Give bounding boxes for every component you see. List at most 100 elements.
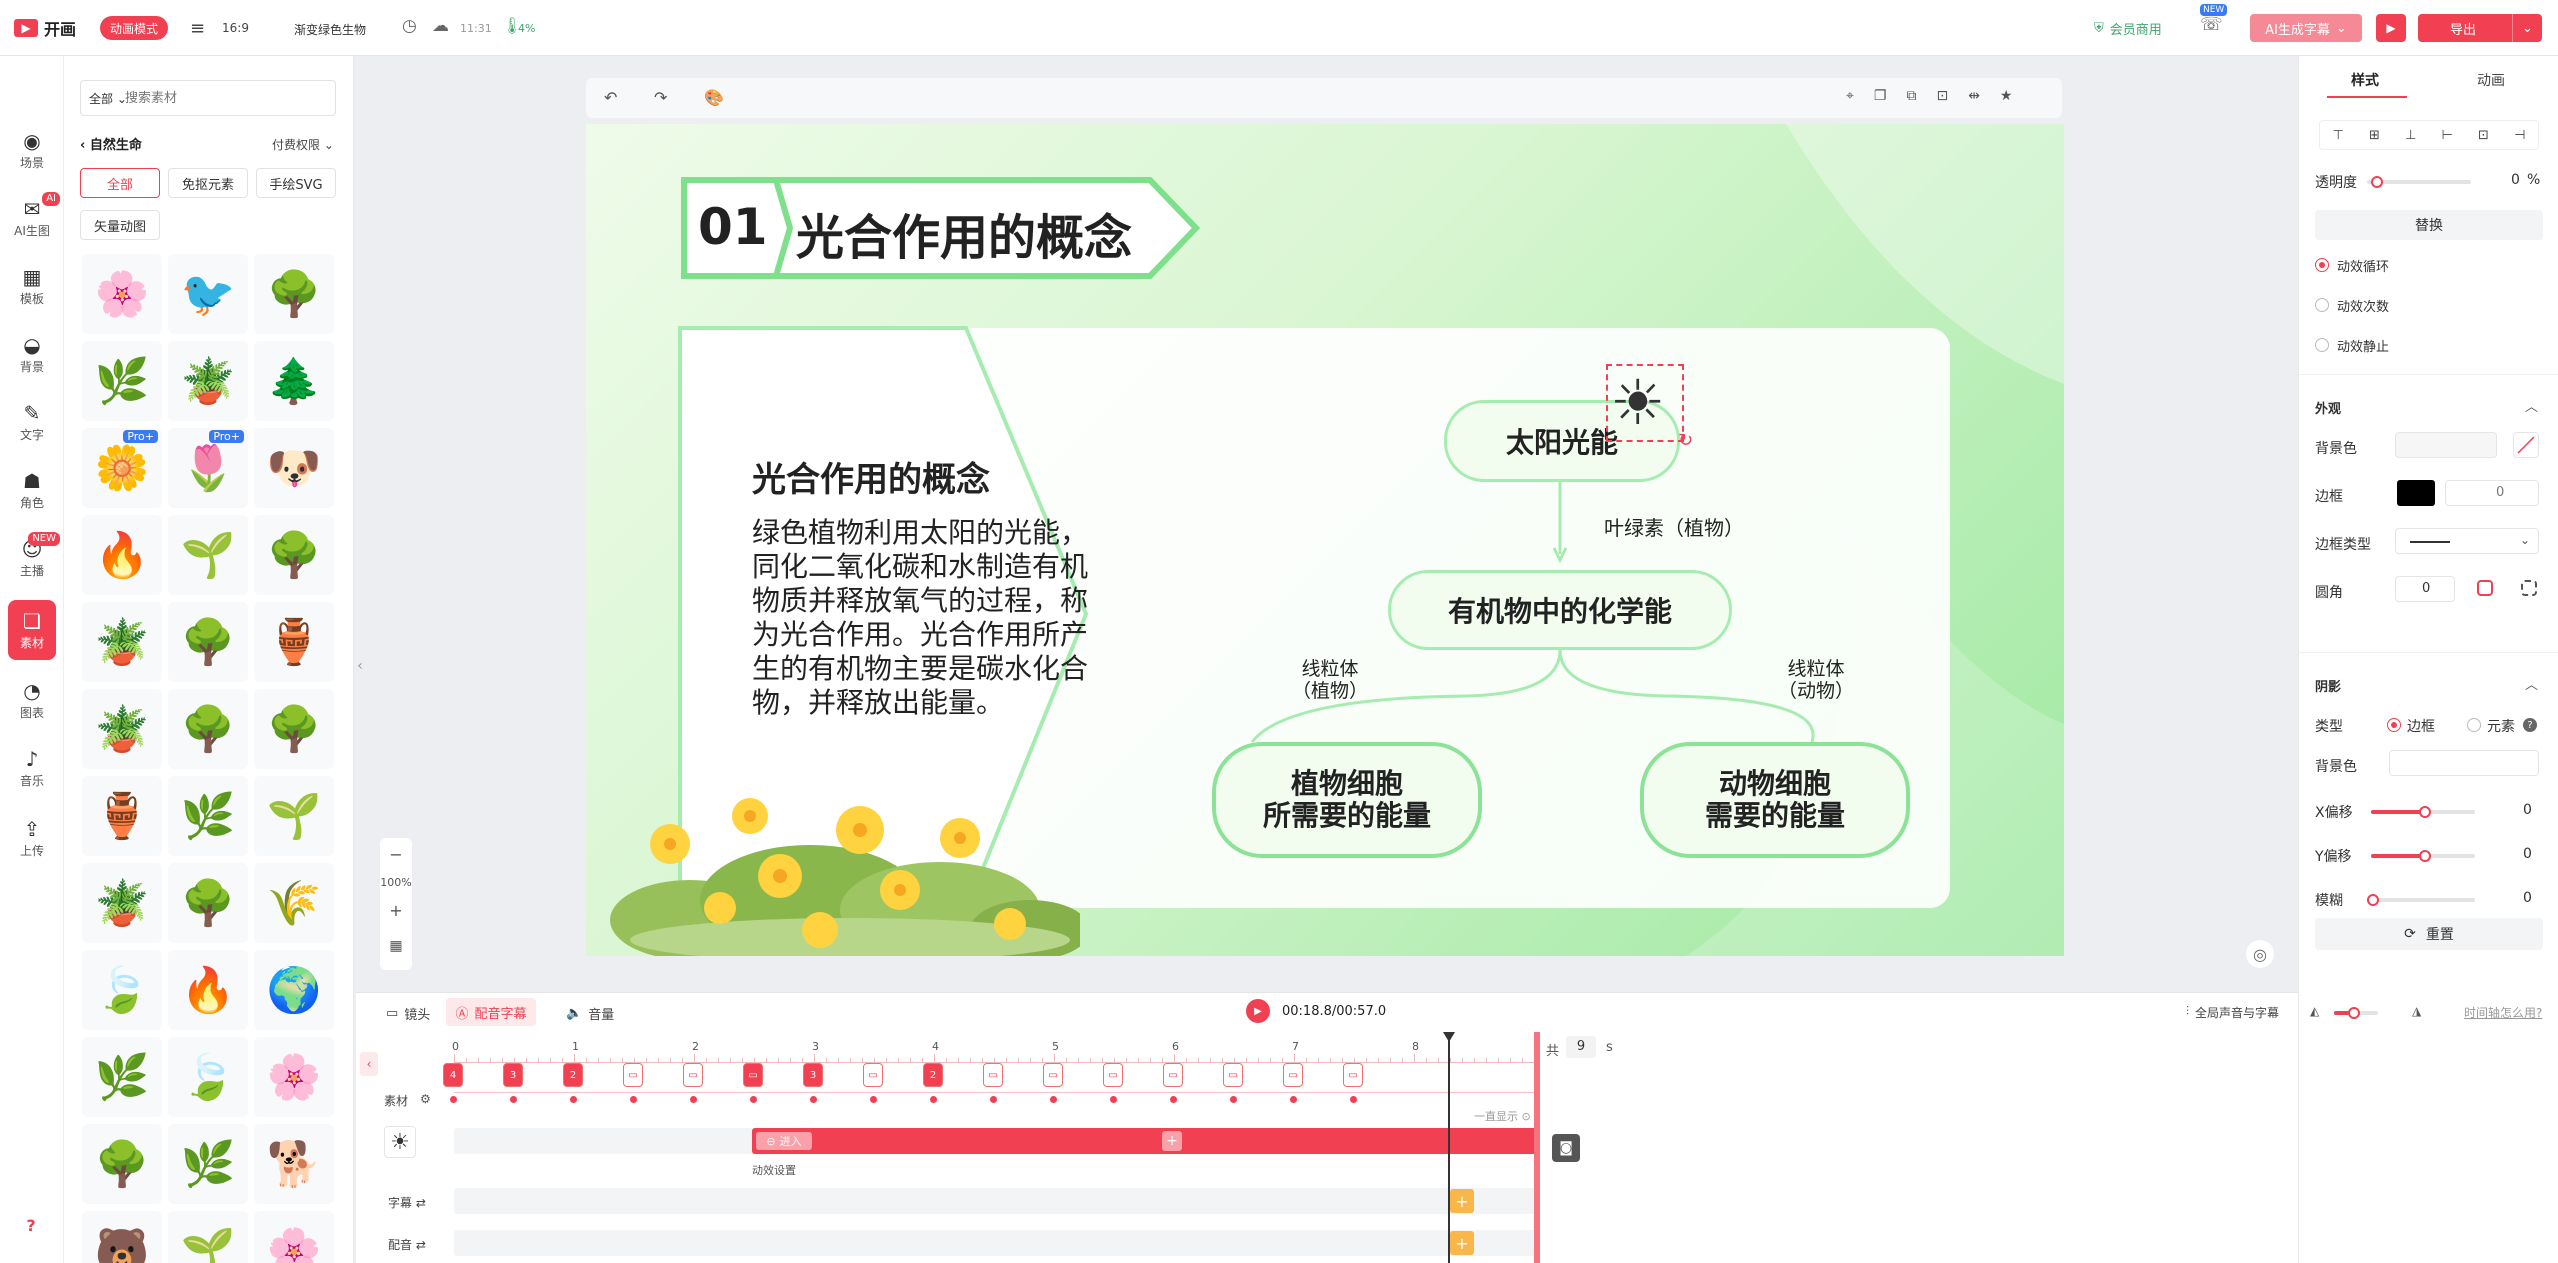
loop-radio-0[interactable] (2315, 258, 2329, 272)
scene-clip[interactable]: ▭ (983, 1063, 1003, 1087)
global-voice-button[interactable]: ⫶ 全局声音与字幕 (2186, 1004, 2279, 1021)
align-middle-icon[interactable]: ⊞ (2369, 128, 2380, 143)
zoom-out-button[interactable]: − (380, 842, 412, 866)
shadow-type-element-radio[interactable] (2467, 718, 2481, 732)
label-animal-mito[interactable]: 线粒体 （动物） (1778, 658, 1854, 702)
align-top-icon[interactable]: ⊤ (2333, 128, 2344, 143)
round-tree-tile[interactable]: 🌳 (168, 863, 248, 943)
menu-icon[interactable]: ≡ (190, 18, 205, 39)
collapse-panel-icon[interactable]: ‹ (354, 648, 366, 684)
replace-button[interactable]: 替换 (2315, 210, 2543, 240)
lavender-tile[interactable]: 🌷 Pro+ (168, 428, 248, 508)
enter-animation-tag[interactable]: ⊖ 进入 (756, 1132, 812, 1150)
leaf-tile[interactable]: 🍃 (82, 950, 162, 1030)
tab-camera[interactable]: ▭ 镜头 (386, 1004, 430, 1023)
leaves-tile[interactable]: 🌿 (168, 776, 248, 856)
playhead[interactable] (1448, 1036, 1450, 1263)
vase-plant-tile[interactable]: 🪴 (82, 689, 162, 769)
shadow-x_offset-value[interactable]: 0 (2523, 802, 2532, 818)
scene-clip[interactable]: 2 (563, 1063, 583, 1087)
keyframe-dot[interactable] (689, 1096, 697, 1103)
add-subtitle-button[interactable]: + (1450, 1189, 1474, 1213)
scene-clip[interactable]: 4 (443, 1063, 463, 1087)
no-color-swatch[interactable] (2513, 432, 2539, 458)
scene-clip[interactable]: ▭ (1103, 1063, 1123, 1087)
align-bottom-icon[interactable]: ⊥ (2405, 128, 2416, 143)
shadow-blur-slider[interactable] (2371, 898, 2475, 902)
rail-material[interactable]: ❏ 素材 (8, 600, 56, 660)
rail-scene[interactable]: ◉ 场景 (0, 120, 64, 180)
scene-clip[interactable]: ▭ (1223, 1063, 1243, 1087)
shadow-y_offset-handle[interactable] (2419, 850, 2431, 862)
tree-tile[interactable]: 🌲 (254, 341, 334, 421)
potted-plant-tile[interactable]: 🪴 (168, 341, 248, 421)
keyframe-dot[interactable] (809, 1096, 817, 1103)
scope-select[interactable]: 全部 ⌄ (89, 90, 127, 107)
tab-volume[interactable]: 🔈 音量 (566, 1004, 614, 1023)
fire-tile[interactable]: 🔥 (168, 950, 248, 1030)
history-icon[interactable]: ◷ (402, 16, 417, 36)
favorite-icon[interactable]: ★ (2000, 88, 2013, 104)
bush-tree-tile[interactable]: 🌳 (254, 689, 334, 769)
always-show-toggle[interactable]: 一直显示 ⊙ (1474, 1108, 1531, 1124)
collapse-appearance-icon[interactable]: ︿ (2525, 396, 2538, 415)
shadow-type-border-radio[interactable] (2387, 718, 2401, 732)
timeline-end-marker[interactable] (1534, 1032, 1540, 1263)
ai-subtitle-button[interactable]: AI生成字幕 ⌄ (2250, 14, 2362, 42)
mode-badge[interactable]: 动画模式 (100, 16, 169, 40)
filter-3[interactable]: 矢量动图 (80, 210, 160, 240)
flowers-tile[interactable]: 🌸 (82, 254, 162, 334)
zoom-in-button[interactable]: + (380, 898, 412, 922)
rail-background[interactable]: ◒ 背景 (0, 324, 64, 384)
swallow-tile[interactable]: 🐦 (168, 254, 248, 334)
yellow-tree-tile[interactable]: 🌳 (168, 689, 248, 769)
earth-tile[interactable]: 🌍 (254, 950, 334, 1030)
scene-clip[interactable]: ▭ (743, 1063, 763, 1087)
scene-clip[interactable]: ▭ (1163, 1063, 1183, 1087)
align-right-icon[interactable]: ⊣ (2514, 128, 2525, 143)
vip-link[interactable]: ⛨ 会员商用 (2094, 19, 2162, 38)
timeline-zoom-handle[interactable] (2348, 1007, 2360, 1019)
keyframe-dot[interactable] (1289, 1096, 1297, 1103)
align-center-icon[interactable]: ⊡ (2478, 128, 2489, 143)
label-chlorophyll[interactable]: 叶绿素（植物） (1604, 512, 1744, 541)
shrub-tile[interactable]: 🌿 (82, 1037, 162, 1117)
aspect-ratio[interactable]: 16:9 (222, 21, 249, 35)
keyframe-dot[interactable] (1229, 1096, 1237, 1103)
preview-play-button[interactable]: ▶ (2376, 14, 2406, 42)
flip-icon[interactable]: ⇹ (1968, 88, 1980, 104)
twigs-tile[interactable]: 🌿 (168, 1124, 248, 1204)
material-clip[interactable] (752, 1128, 1538, 1154)
border-type-select[interactable]: ⌄ (2395, 528, 2539, 554)
filter-0[interactable]: 全部 (80, 168, 160, 198)
keyframe-dot[interactable] (1349, 1096, 1357, 1103)
rail-chart[interactable]: ◔ 图表 (0, 670, 64, 730)
export-dropdown-icon[interactable]: ⌄ (2512, 14, 2542, 42)
add-voice-button[interactable]: + (1450, 1231, 1474, 1255)
node-plant-cell[interactable]: 植物细胞 所需要的能量 (1212, 742, 1482, 858)
collapse-track-icon[interactable]: ‹ (360, 1052, 378, 1076)
total-duration-input[interactable]: 9 (1566, 1036, 1596, 1058)
trees-tile[interactable]: 🌳 (168, 602, 248, 682)
shadow-help-icon[interactable]: ? (2523, 718, 2537, 732)
play-button[interactable]: ▶ (1246, 999, 1270, 1023)
radius-individual-icon[interactable] (2521, 580, 2537, 596)
scene-clip[interactable]: ▭ (1283, 1063, 1303, 1087)
scene-clip[interactable]: ▭ (1043, 1063, 1063, 1087)
pink-flower-tile[interactable]: 🌸 (254, 1211, 334, 1263)
bonsai-tile[interactable]: 🌳 (254, 254, 334, 334)
search-input[interactable] (125, 87, 325, 109)
pink-petals-tile[interactable]: 🌸 (254, 1037, 334, 1117)
sprout-tile[interactable]: 🌱 (254, 776, 334, 856)
scene-clip[interactable]: ▭ (683, 1063, 703, 1087)
filter-1[interactable]: 免抠元素 (168, 168, 248, 198)
sun-icon[interactable]: ☀ (1610, 364, 1666, 442)
rail-ai-image[interactable]: ✉ AI生图 AI (0, 188, 64, 248)
bg-color-picker[interactable] (2395, 432, 2497, 458)
redo-icon[interactable]: ↷ (654, 88, 667, 107)
opacity-value[interactable]: 0 (2511, 172, 2520, 188)
keyframe-dot[interactable] (929, 1096, 937, 1103)
shadow-blur-value[interactable]: 0 (2523, 890, 2532, 906)
zoom-out-timeline-icon[interactable]: ◭ (2310, 1004, 2319, 1018)
rotate-handle-icon[interactable]: ↻ (1678, 430, 1693, 451)
